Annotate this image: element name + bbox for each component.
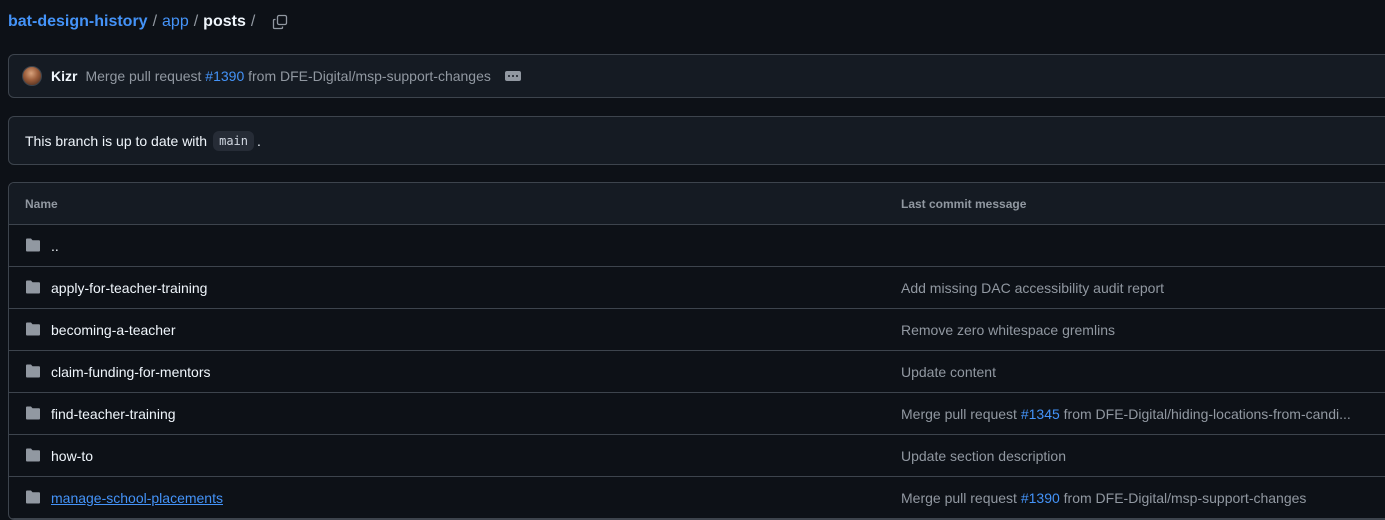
commit-pr-link[interactable]: #1345: [1021, 406, 1060, 422]
breadcrumb: bat-design-history / app / posts /: [8, 10, 290, 34]
commit-message-suffix: from DFE-Digital/msp-support-changes: [244, 68, 491, 84]
commit-pr-link[interactable]: #1390: [1021, 490, 1060, 506]
folder-icon: [26, 322, 40, 336]
file-name-link[interactable]: manage-school-placements: [51, 490, 223, 506]
breadcrumb-app-link[interactable]: app: [162, 13, 189, 31]
table-row[interactable]: apply-for-teacher-training Add missing D…: [9, 267, 1385, 309]
breadcrumb-separator: /: [250, 13, 256, 30]
ellipsis-icon[interactable]: [504, 71, 521, 81]
commit-message-text: Merge pull request: [901, 489, 1021, 506]
last-commit-message[interactable]: Update content: [901, 364, 996, 380]
folder-icon: [26, 448, 40, 462]
copy-path-button[interactable]: [270, 12, 290, 32]
table-row[interactable]: becoming-a-teacher Remove zero whitespac…: [9, 309, 1385, 351]
avatar[interactable]: [22, 66, 42, 86]
last-commit-message[interactable]: Update section description: [901, 448, 1066, 464]
table-row[interactable]: find-teacher-training Merge pull request…: [9, 393, 1385, 435]
commit-message-text: Add missing DAC accessibility audit repo…: [901, 279, 1164, 296]
folder-icon: [26, 280, 40, 294]
last-commit-message[interactable]: Add missing DAC accessibility audit repo…: [901, 280, 1164, 296]
column-header-name: Name: [25, 196, 58, 211]
commit-message-text: Update section description: [901, 447, 1066, 464]
copy-icon: [273, 14, 288, 30]
commit-message[interactable]: Merge pull request #1390 from DFE-Digita…: [85, 68, 490, 84]
file-name-link[interactable]: apply-for-teacher-training: [51, 280, 207, 296]
branch-status-text: This branch is up to date with: [25, 132, 208, 149]
table-row[interactable]: ..: [9, 225, 1385, 267]
file-name-link[interactable]: claim-funding-for-mentors: [51, 364, 211, 380]
file-name-link[interactable]: ..: [51, 238, 59, 254]
branch-name: main: [213, 130, 255, 151]
folder-icon: [26, 406, 40, 420]
table-row[interactable]: claim-funding-for-mentors Update content: [9, 351, 1385, 393]
commit-message-text: Update content: [901, 363, 996, 380]
commit-pr-link[interactable]: #1390: [205, 68, 244, 84]
folder-icon: [26, 490, 40, 504]
file-name-link[interactable]: how-to: [51, 448, 93, 464]
table-row[interactable]: how-to Update section description: [9, 435, 1385, 477]
commit-message-prefix: Merge pull request: [85, 68, 206, 84]
commit-author[interactable]: Kizr: [51, 68, 77, 84]
commit-message-suffix: from DFE-Digital/msp-support-changes: [1059, 489, 1307, 506]
table-row[interactable]: manage-school-placements Merge pull requ…: [9, 477, 1385, 519]
table-header: Name Last commit message: [9, 183, 1385, 225]
branch-status-banner: This branch is up to date with main .: [8, 116, 1385, 165]
file-name-link[interactable]: becoming-a-teacher: [51, 322, 176, 338]
commit-message-text: Remove zero whitespace gremlins: [901, 321, 1115, 338]
folder-icon: [26, 238, 40, 252]
latest-commit-bar: Kizr Merge pull request #1390 from DFE-D…: [8, 54, 1385, 98]
breadcrumb-separator: /: [152, 13, 158, 30]
column-header-last-commit: Last commit message: [901, 196, 1027, 211]
commit-message-text: Merge pull request: [901, 405, 1021, 422]
branch-status-period: .: [257, 132, 261, 149]
last-commit-message[interactable]: Remove zero whitespace gremlins: [901, 322, 1115, 338]
breadcrumb-separator: /: [193, 13, 199, 30]
file-table: Name Last commit message .. apply-for-te…: [8, 182, 1385, 520]
breadcrumb-repo-link[interactable]: bat-design-history: [8, 13, 148, 31]
last-commit-message[interactable]: Merge pull request #1345 from DFE-Digita…: [901, 406, 1351, 422]
file-name-link[interactable]: find-teacher-training: [51, 406, 176, 422]
breadcrumb-current: posts: [203, 13, 246, 30]
commit-message-suffix: from DFE-Digital/hiding-locations-from-c…: [1059, 405, 1351, 422]
last-commit-message[interactable]: Merge pull request #1390 from DFE-Digita…: [901, 490, 1306, 506]
folder-icon: [26, 364, 40, 378]
